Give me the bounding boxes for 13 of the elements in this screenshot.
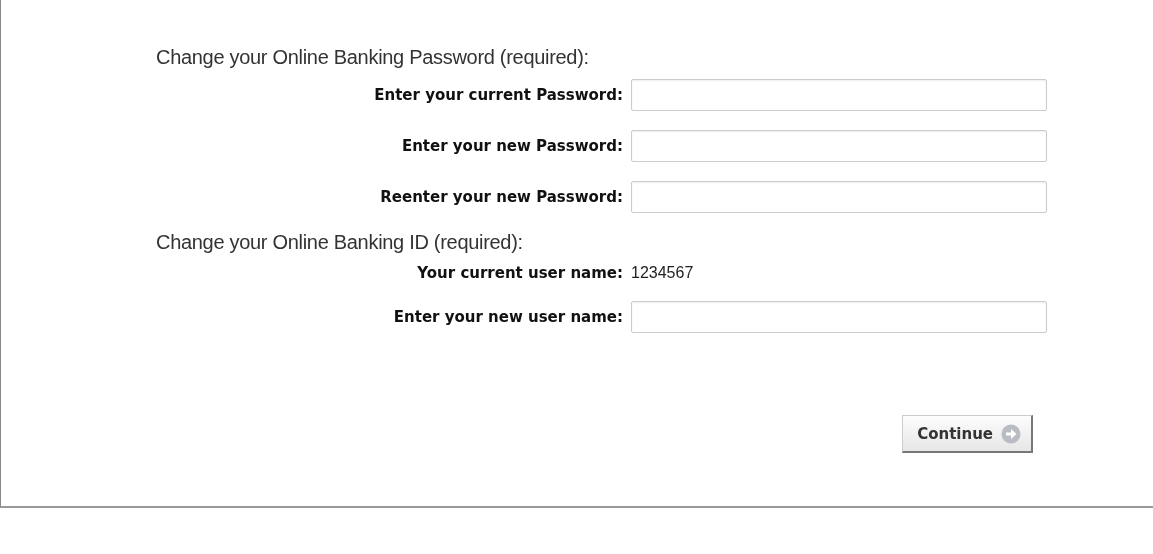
input-field[interactable] [631,79,1047,111]
field-label: Reenter your new Password: [379,188,623,206]
field-label: Your current user name: [416,264,623,282]
user-name-value: 1234567 [631,264,695,282]
field-label: Enter your current Password: [373,86,623,104]
input-field[interactable] [631,181,1047,213]
input-field[interactable] [631,301,1047,333]
section-heading: Change your Online Banking Password (required): [156,46,590,69]
section-heading: Change your Online Banking ID (required): [156,231,524,254]
input-field[interactable] [631,130,1047,162]
continue-button[interactable]: Continue [902,415,1033,453]
field-label: Enter your new Password: [400,137,623,155]
field-label: Enter your new user name: [392,308,623,326]
